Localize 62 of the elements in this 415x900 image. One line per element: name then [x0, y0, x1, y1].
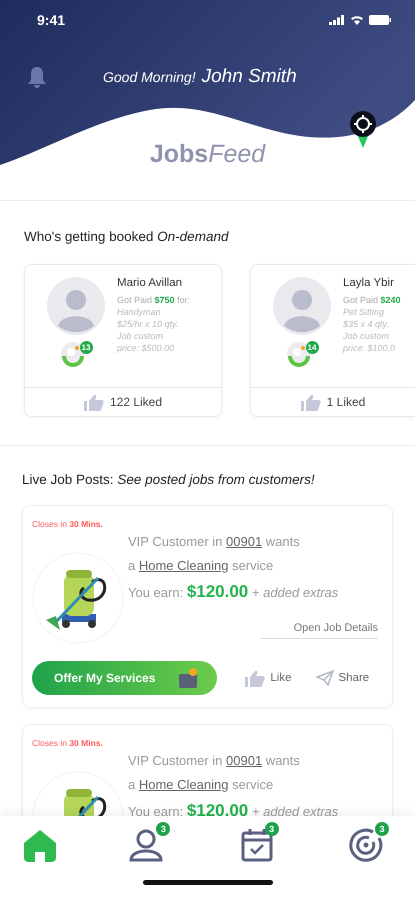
home-icon	[22, 828, 58, 862]
closing-time: Closes in 30 Mins.	[32, 519, 103, 529]
service-name: Handyman	[117, 307, 162, 317]
thumbs-up-icon	[84, 394, 104, 410]
zip-code-link[interactable]: 00901	[226, 534, 262, 549]
level-badge: 14	[306, 341, 318, 354]
extras-text: + added extras	[252, 804, 338, 819]
nav-tab[interactable]: 3	[348, 822, 389, 862]
location-pin-icon[interactable]	[349, 110, 377, 150]
request-text: a Home Cleaning service	[128, 777, 274, 792]
app-logo: JobsFeed	[148, 140, 267, 169]
send-icon	[316, 670, 334, 686]
bell-icon[interactable]	[27, 66, 47, 88]
service-link[interactable]: Home Cleaning	[138, 777, 228, 792]
earn-amount: $120.00	[186, 801, 248, 820]
signal-icon	[329, 15, 345, 25]
earner-card[interactable]: 14 Layla Ybir Got Paid $240 Pet Sitting $35 x 4 qty. Job custom price: $100.0 1 Liked	[250, 264, 415, 417]
paid-text: Got Paid $750 for:	[117, 295, 190, 305]
toolbox-icon	[177, 667, 200, 689]
nav-tab[interactable]: 3	[240, 822, 279, 862]
custom-price: price: $100.0	[343, 343, 396, 353]
request-text: VIP Customer in 00901 wants	[128, 534, 301, 549]
job-details-link[interactable]: Open Job Details	[260, 622, 378, 639]
custom-label: Job custom	[117, 331, 164, 341]
section-title: Live Job Posts: See posted jobs from customers!	[22, 472, 316, 487]
notification-badge: 3	[156, 822, 170, 836]
like-button[interactable]: Like	[245, 670, 292, 686]
earn-label: You earn:	[128, 585, 184, 600]
share-button[interactable]: Share	[316, 670, 370, 686]
thumbs-up-icon	[245, 670, 266, 686]
avatar	[273, 277, 331, 335]
user-name: John Smith	[202, 66, 297, 88]
greeting-text: Good Morning!	[103, 69, 196, 85]
custom-price: price: $500.00	[117, 343, 176, 353]
rate-text: $25/hr x 10 qty.	[117, 319, 180, 329]
extras-text: + added extras	[252, 585, 338, 600]
section-title: Who's getting booked On-demand	[24, 229, 230, 244]
earner-name: Layla Ybir	[343, 277, 395, 289]
paid-text: Got Paid $240	[343, 295, 401, 305]
notification-badge: 3	[264, 822, 279, 836]
zip-code-link[interactable]: 00901	[226, 753, 262, 768]
wifi-icon	[350, 15, 364, 25]
likes-count: 1 Liked	[326, 395, 366, 409]
avatar	[47, 277, 105, 335]
custom-label: Job custom	[343, 331, 390, 341]
thumbs-up-icon	[300, 394, 321, 410]
earn-amount: $120.00	[186, 582, 248, 601]
earner-card[interactable]: 13 Mario Avillan Got Paid $750 for: Handyman $25/hr x 10 qty. Job custom price: $500.00 122 Liked	[24, 264, 222, 417]
earn-label: You earn:	[128, 804, 184, 819]
notification-badge: 3	[374, 822, 389, 836]
request-text: a Home Cleaning service	[128, 558, 274, 573]
request-text: VIP Customer in 00901 wants	[128, 753, 301, 768]
service-link[interactable]: Home Cleaning	[138, 558, 228, 573]
nav-tab[interactable]: 3	[128, 822, 170, 862]
rate-text: $35 x 4 qty.	[343, 319, 390, 329]
battery-icon	[369, 15, 391, 25]
status-time: 9:41	[37, 12, 66, 28]
earner-name: Mario Avillan	[117, 277, 183, 289]
level-badge: 13	[80, 341, 92, 354]
likes-count: 122 Liked	[110, 395, 162, 409]
closing-time: Closes in 30 Mins.	[32, 738, 103, 748]
service-name: Pet Sitting	[343, 307, 386, 317]
